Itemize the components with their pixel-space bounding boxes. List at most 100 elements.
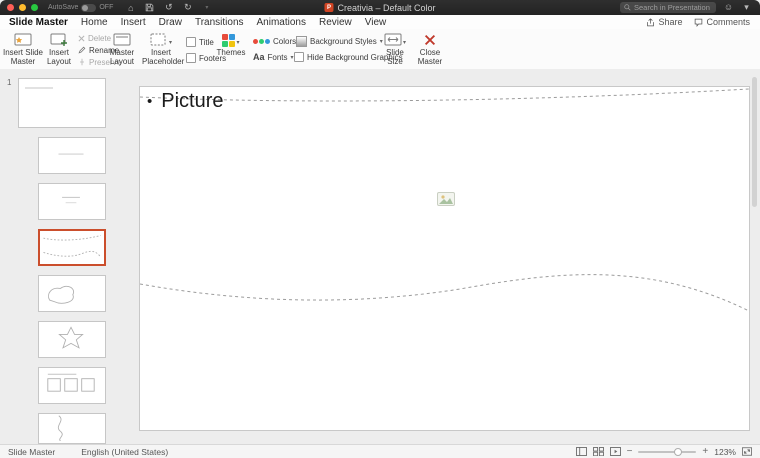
language-button[interactable]: English (United States) xyxy=(81,447,168,457)
fonts-icon: Aa xyxy=(253,52,265,62)
tab-review[interactable]: Review xyxy=(319,17,352,28)
zoom-percentage[interactable]: 123% xyxy=(714,447,736,457)
comments-button[interactable]: Comments xyxy=(694,17,750,27)
thumbnail-preview xyxy=(39,322,103,355)
view-name-label: Slide Master xyxy=(8,447,55,457)
document-title: Creativia – Default Color xyxy=(337,3,435,13)
zoom-window-button[interactable] xyxy=(31,4,38,11)
thumbnail-preview xyxy=(39,414,103,441)
themes-button[interactable]: ▾ Themes xyxy=(215,32,247,58)
footers-checkbox-box[interactable] xyxy=(186,53,196,63)
feedback-smiley-icon[interactable]: ☺ xyxy=(723,2,734,13)
search-icon xyxy=(624,4,631,11)
normal-view-icon[interactable] xyxy=(576,447,587,456)
zoom-slider-thumb[interactable] xyxy=(674,448,682,456)
slide-sorter-view-icon[interactable] xyxy=(593,447,604,456)
rename-icon xyxy=(78,46,86,54)
title-checkbox[interactable]: Title xyxy=(186,37,214,47)
title-checkbox-box[interactable] xyxy=(186,37,196,47)
colors-dropdown[interactable]: Colors ▾ xyxy=(253,36,302,46)
comments-icon xyxy=(694,18,703,27)
insert-placeholder-chevron-icon: ▾ xyxy=(169,40,172,47)
zoom-out-button[interactable]: − xyxy=(627,446,633,457)
minimize-window-button[interactable] xyxy=(19,4,26,11)
insert-placeholder-icon xyxy=(150,33,168,47)
slide-thumbnail-panel: 1 xyxy=(0,69,110,444)
background-styles-icon xyxy=(296,36,307,47)
insert-slide-master-icon xyxy=(2,32,44,47)
slide-thumbnail-layout-2[interactable] xyxy=(38,183,106,220)
placeholder-title-text: Picture xyxy=(161,90,223,113)
slide-size-button[interactable]: ▾ Slide Size xyxy=(378,32,412,67)
themes-chevron-icon: ▾ xyxy=(236,40,239,47)
zoom-slider[interactable] xyxy=(638,451,696,453)
undo-icon[interactable]: ↺ xyxy=(163,2,174,13)
delete-icon xyxy=(78,35,85,42)
slide-master-layout-canvas[interactable]: • Picture xyxy=(139,86,750,431)
image-placeholder-icon[interactable] xyxy=(437,192,455,206)
tab-slide-master[interactable]: Slide Master xyxy=(9,17,68,28)
slide-thumbnail-master[interactable] xyxy=(18,78,106,128)
vertical-scrollbar[interactable] xyxy=(752,77,757,207)
decorative-dashed-curves xyxy=(140,87,749,430)
slideshow-view-icon[interactable] xyxy=(610,447,621,456)
home-icon[interactable]: ⌂ xyxy=(125,2,136,13)
tab-view[interactable]: View xyxy=(365,17,387,28)
master-layout-button[interactable]: Master Layout xyxy=(104,32,140,67)
quick-access-chevron-icon[interactable]: ▾ xyxy=(201,2,212,13)
fit-slide-to-window-icon[interactable] xyxy=(742,447,752,456)
slide-thumbnail-layout-7[interactable] xyxy=(38,413,106,444)
slide-master-ribbon: Insert Slide Master Insert Layout Delete… xyxy=(0,29,760,70)
share-button[interactable]: Share xyxy=(646,17,682,27)
search-placeholder: Search in Presentation xyxy=(634,3,710,12)
close-master-button[interactable]: Close Master xyxy=(414,32,446,67)
insert-slide-master-button[interactable]: Insert Slide Master xyxy=(2,32,44,67)
titlebar: AutoSave OFF ⌂ ↺ ↻ ▾ P Creativia – Defau… xyxy=(0,0,760,15)
share-icon xyxy=(646,18,655,27)
thumbnail-preview xyxy=(39,276,103,309)
tab-home[interactable]: Home xyxy=(81,17,108,28)
powerpoint-window: { "colors": { "selection_accent": "#cb4e… xyxy=(0,0,760,458)
powerpoint-doc-icon: P xyxy=(324,3,333,12)
fonts-dropdown[interactable]: Aa Fonts ▾ xyxy=(253,52,294,62)
colors-icon xyxy=(253,39,270,44)
slide-editing-area: • Picture xyxy=(110,69,760,444)
redo-icon[interactable]: ↻ xyxy=(182,2,193,13)
slide-thumbnail-layout-4[interactable] xyxy=(38,275,106,312)
account-icon[interactable]: ▾ xyxy=(741,2,752,13)
thumbnail-preview xyxy=(39,184,103,217)
thumbnail-preview xyxy=(40,231,104,264)
slide-thumbnail-layout-3-selected[interactable] xyxy=(38,229,106,266)
themes-icon xyxy=(222,34,235,47)
insert-layout-icon xyxy=(44,32,74,47)
search-input[interactable]: Search in Presentation xyxy=(620,2,716,13)
close-master-icon xyxy=(414,32,446,47)
hide-background-graphics-checkbox-box[interactable] xyxy=(294,52,304,62)
save-icon[interactable] xyxy=(144,2,155,13)
thumbnail-preview xyxy=(39,138,103,171)
tab-transitions[interactable]: Transitions xyxy=(195,17,244,28)
bullet-glyph: • xyxy=(147,93,152,110)
autosave-label: AutoSave xyxy=(48,4,78,11)
insert-placeholder-button[interactable]: ▾ Insert Placeholder xyxy=(142,32,180,67)
tab-draw[interactable]: Draw xyxy=(159,17,182,28)
document-title-area: P Creativia – Default Color xyxy=(324,0,435,15)
slide-thumbnail-layout-5[interactable] xyxy=(38,321,106,358)
close-window-button[interactable] xyxy=(7,4,14,11)
autosave-control[interactable]: AutoSave OFF xyxy=(48,4,113,12)
insert-layout-button[interactable]: Insert Layout xyxy=(44,32,74,67)
thumbnail-number: 1 xyxy=(7,78,11,87)
tab-animations[interactable]: Animations xyxy=(257,17,306,28)
ribbon-tab-bar: Slide Master Home Insert Draw Transition… xyxy=(0,15,760,29)
picture-placeholder-title[interactable]: • Picture xyxy=(147,90,224,113)
tab-insert[interactable]: Insert xyxy=(121,17,146,28)
master-layout-icon xyxy=(104,32,140,47)
thumbnail-preview xyxy=(39,368,103,401)
background-styles-dropdown[interactable]: Background Styles ▾ xyxy=(296,36,383,46)
slide-thumbnail-layout-6[interactable] xyxy=(38,367,106,404)
status-bar: Slide Master English (United States) − +… xyxy=(0,444,760,458)
autosave-toggle[interactable] xyxy=(81,4,96,12)
zoom-in-button[interactable]: + xyxy=(702,446,708,457)
slide-thumbnail-layout-1[interactable] xyxy=(38,137,106,174)
preserve-icon xyxy=(78,58,86,66)
